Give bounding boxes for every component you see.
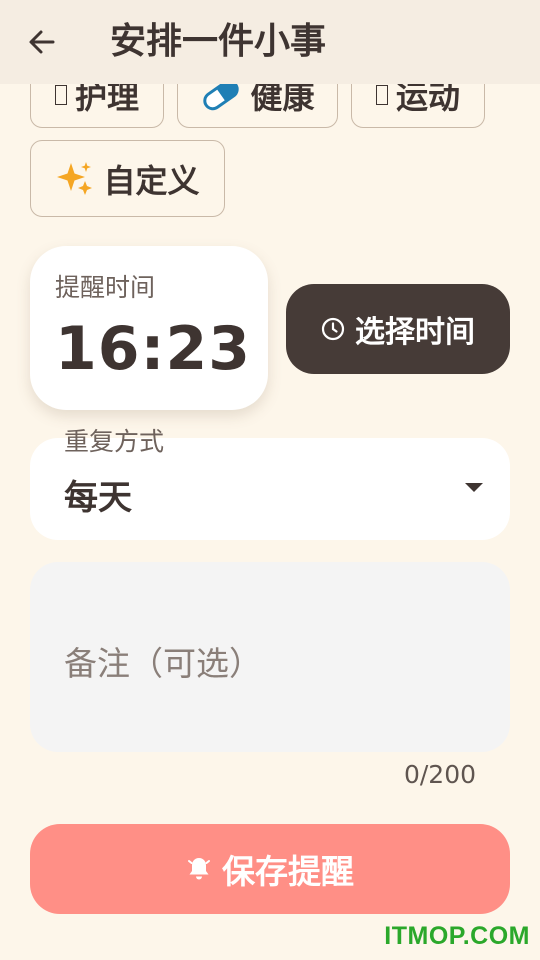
repeat-label: 重复方式 xyxy=(64,427,165,456)
save-reminder-label: 保存提醒 xyxy=(222,852,354,891)
reminder-time-card: 提醒时间 16:23 xyxy=(30,246,268,410)
category-chip-custom[interactable]: 自定义 xyxy=(30,140,225,217)
page-title: 安排一件小事 xyxy=(110,21,327,62)
repeat-value: 每天 xyxy=(64,478,132,518)
arrow-left-icon xyxy=(29,30,55,54)
reminder-time-label: 提醒时间 xyxy=(55,273,156,302)
clock-icon xyxy=(321,317,345,341)
category-chip-label: 自定义 xyxy=(103,161,200,200)
back-button[interactable] xyxy=(22,22,62,62)
note-char-counter: 0/200 xyxy=(403,760,476,789)
reminder-time-value: 16:23 xyxy=(55,314,251,384)
missing-glyph-icon xyxy=(54,85,67,105)
watermark-text: ITMOP.COM xyxy=(384,922,530,950)
missing-glyph-icon xyxy=(375,85,388,105)
note-placeholder: 备注（可选） xyxy=(64,644,262,683)
select-time-button[interactable]: 选择时间 xyxy=(286,284,510,374)
save-reminder-button[interactable]: 保存提醒 xyxy=(30,824,510,914)
note-input[interactable]: 备注（可选） xyxy=(30,562,510,752)
app-header: 安排一件小事 xyxy=(0,0,540,84)
sparkles-icon xyxy=(55,159,95,199)
bell-icon xyxy=(188,858,210,880)
dropdown-arrow-icon xyxy=(465,483,483,492)
screen: 护理 健康 运动 自定义 安排一件小事 提醒时间 16:23 选择时间 重复方式… xyxy=(0,0,540,960)
select-time-label: 选择时间 xyxy=(355,315,475,350)
